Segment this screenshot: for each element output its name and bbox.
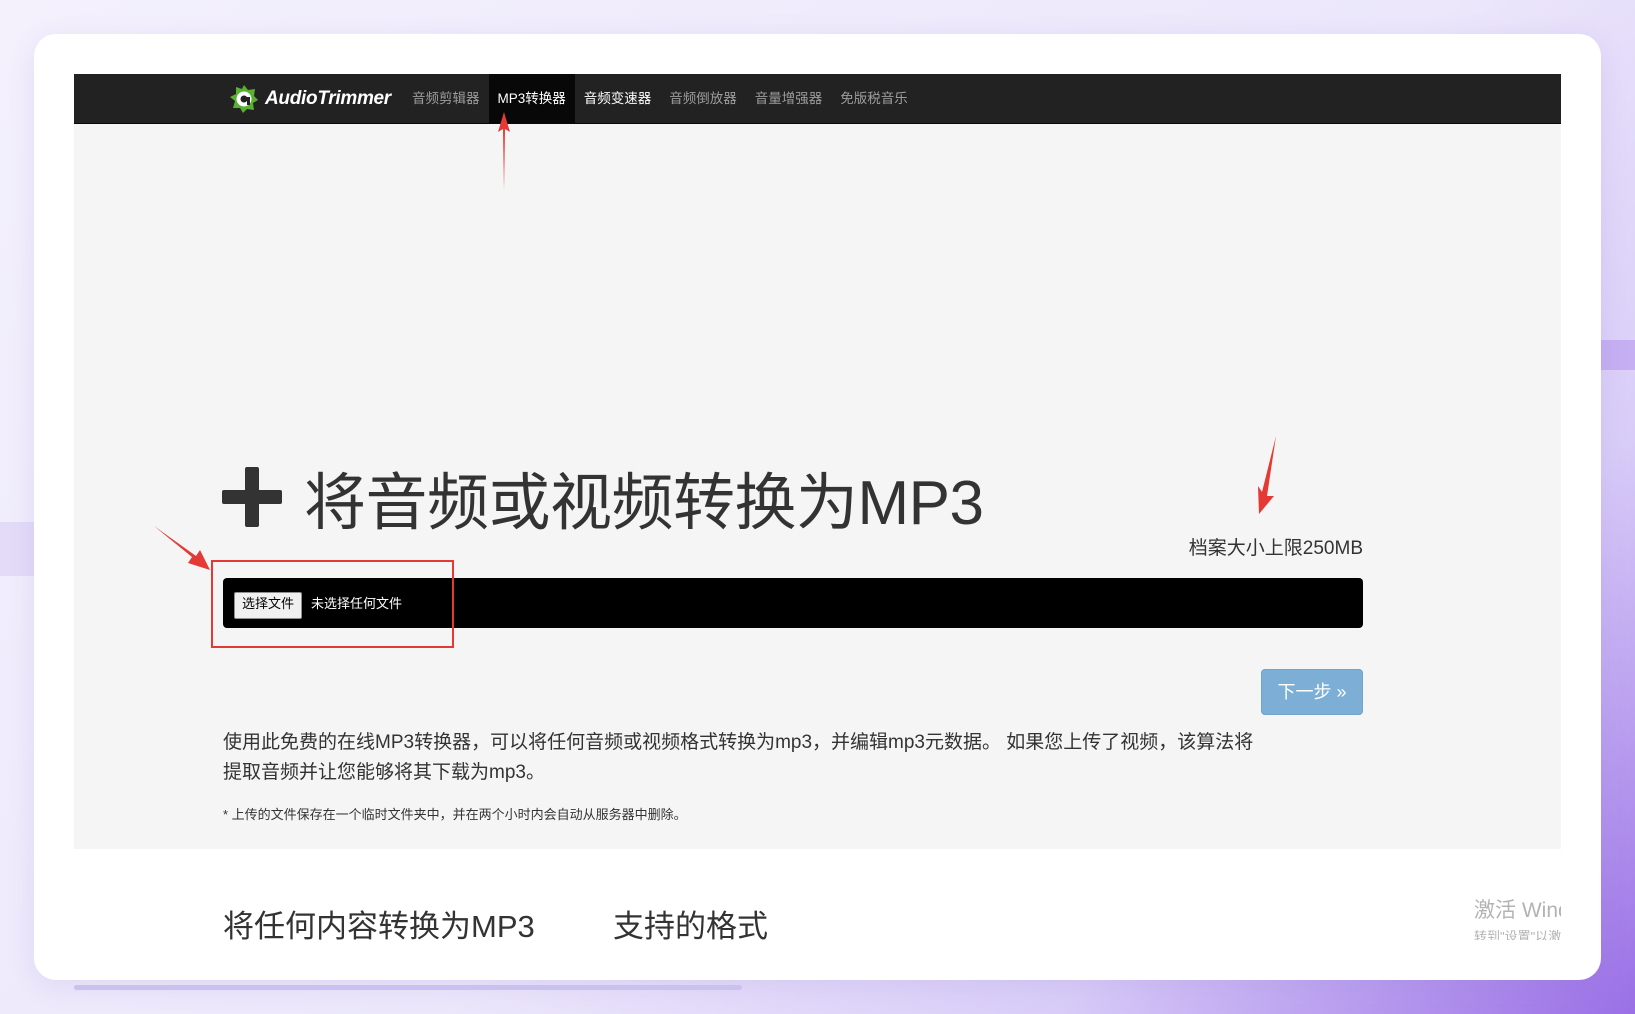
red-arrow-icon <box>498 112 510 190</box>
supported-formats-heading: 支持的格式 <box>613 909 768 940</box>
file-size-limit: 档案大小上限250MB <box>1188 538 1363 559</box>
audiotrimmer-logo-icon <box>229 84 259 114</box>
horizontal-scrollbar[interactable] <box>74 985 742 990</box>
red-arrow-icon <box>1258 436 1276 514</box>
plus-icon <box>222 467 282 527</box>
brand-name: AudioTrimmer <box>265 88 391 109</box>
temporary-file-footnote: * 上传的文件保存在一个临时文件夹中，并在两个小时内会自动从服务器中删除。 <box>223 807 687 822</box>
red-arrow-icon <box>154 526 210 570</box>
description-line-1: 使用此免费的在线MP3转换器，可以将任何音频或视频格式转换为mp3，并编辑mp3… <box>223 732 1254 753</box>
lower-section: 将任何内容转换为MP3 支持的格式 <box>74 849 1561 940</box>
page-title-text: 将音频或视频转换为MP3 <box>304 469 984 538</box>
description-text: 使用此免费的在线MP3转换器，可以将任何音频或视频格式转换为mp3，并编辑mp3… <box>223 728 1363 788</box>
nav-item-audio-speed-changer[interactable]: 音频变速器 <box>575 74 661 123</box>
nav-item-audio-cutter[interactable]: 音频剪辑器 <box>403 74 489 123</box>
brand-logo-link[interactable]: AudioTrimmer <box>229 82 391 116</box>
next-step-button[interactable]: 下一步 » <box>1261 669 1363 715</box>
activation-line-1: 激活 Windows <box>1474 899 1561 922</box>
annotation-highlight-box <box>211 560 454 648</box>
background-accent-right <box>1595 340 1635 370</box>
nav-item-royalty-free-music[interactable]: 免版税音乐 <box>831 74 917 123</box>
main-nav: 音频剪辑器 MP3转换器 音频变速器 音频倒放器 音量增强器 免版税音乐 <box>403 74 917 123</box>
nav-item-audio-reverser[interactable]: 音频倒放器 <box>660 74 746 123</box>
top-navbar: AudioTrimmer 音频剪辑器 MP3转换器 音频变速器 音频倒放器 音量… <box>74 74 1561 124</box>
nav-item-mp3-converter[interactable]: MP3转换器 <box>488 74 575 123</box>
page-title: 将音频或视频转换为MP3 <box>222 452 984 542</box>
browser-viewport: AudioTrimmer 音频剪辑器 MP3转换器 音频变速器 音频倒放器 音量… <box>74 74 1561 940</box>
activation-line-2: 转到"设置"以激活Windows。 <box>1474 929 1561 940</box>
convert-anything-heading: 将任何内容转换为MP3 <box>223 909 535 940</box>
nav-item-volume-booster[interactable]: 音量增强器 <box>746 74 832 123</box>
description-line-2: 提取音频并让您能够将其下载为mp3。 <box>223 762 545 783</box>
windows-activation-watermark: 激活 Windows 转到"设置"以激活Windows。 <box>1474 894 1561 940</box>
